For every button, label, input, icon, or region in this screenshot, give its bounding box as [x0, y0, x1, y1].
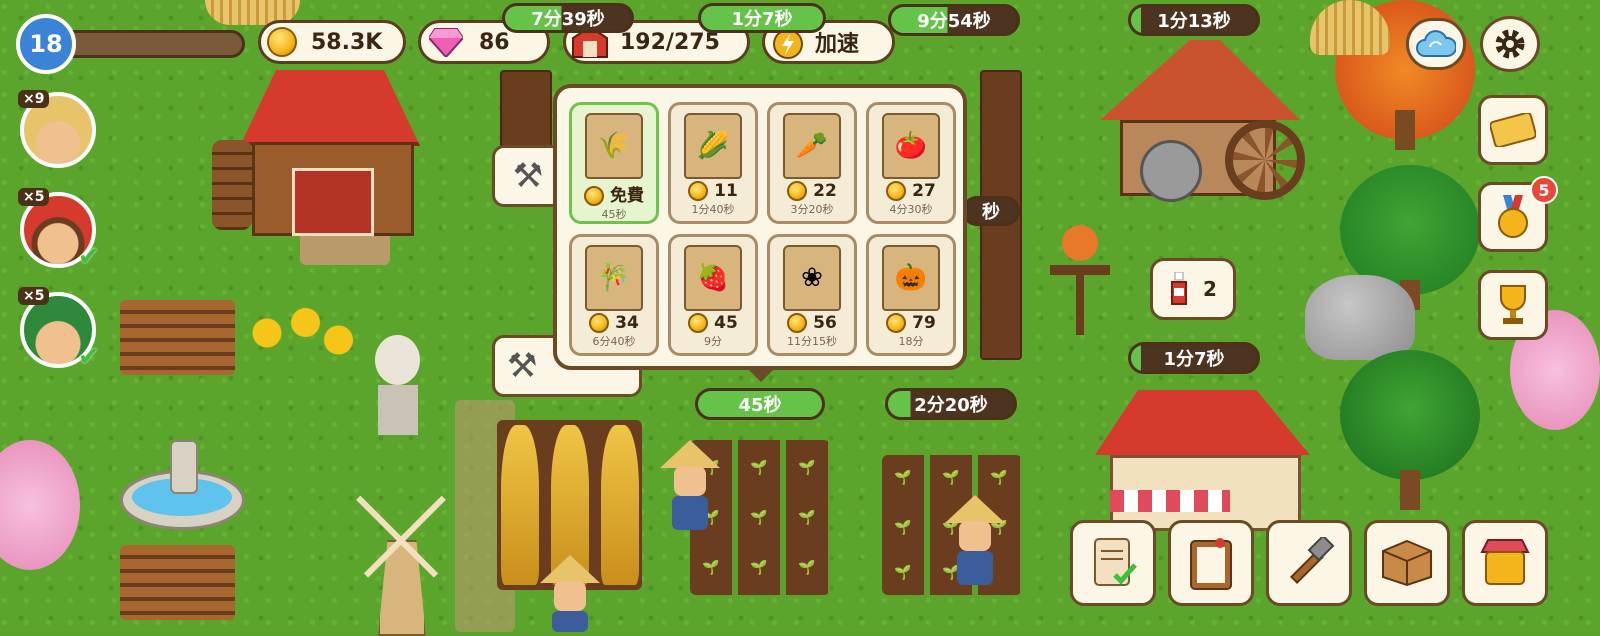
watermill-building[interactable] [1095, 40, 1305, 220]
cotton-seed-icon: ❀ [783, 245, 841, 311]
seed-carrot[interactable]: 🥕 22 3分20秒 [767, 102, 857, 224]
gems-value: 86 [479, 29, 510, 55]
farmer-npc-wheat [540, 555, 600, 632]
scarecrow [1050, 225, 1110, 335]
medal-icon [1498, 195, 1528, 238]
coins-value: 58.3K [311, 29, 383, 55]
chicken-statue [370, 335, 425, 435]
gold-coin-icon [886, 313, 907, 333]
wheat-seed-icon: 🌾 [585, 113, 643, 179]
scroll-quest-icon [1094, 538, 1137, 586]
ticket-button[interactable] [1478, 95, 1548, 165]
settings-button[interactable] [1480, 16, 1540, 72]
seed-corn[interactable]: 🌽 11 1分40秒 [668, 102, 758, 224]
ticket-icon [1490, 113, 1536, 147]
crate-icon [1382, 539, 1432, 587]
sickle-icon: ⚒ [507, 346, 538, 386]
gold-coin-icon [589, 313, 610, 333]
barrels [212, 140, 252, 230]
storage-crate-button[interactable] [1364, 520, 1450, 606]
gold-coin-icon [886, 181, 907, 201]
gold-coin-icon [267, 27, 297, 57]
level-badge[interactable]: 18 [16, 14, 76, 74]
farmer-npc [660, 440, 720, 530]
build-button[interactable] [1266, 520, 1352, 606]
check-icon: ✔ [78, 342, 100, 372]
level-value: 18 [29, 30, 63, 58]
gear-icon [1495, 29, 1525, 59]
carrot-seed-icon: 🥕 [783, 113, 841, 179]
gold-coin-icon [787, 181, 808, 201]
orders-button[interactable] [1168, 520, 1254, 606]
bench-bottom [120, 545, 235, 620]
trophy-button[interactable] [1478, 270, 1548, 340]
sickle-icon: ⚒ [512, 156, 544, 196]
gold-coin-icon [584, 186, 605, 206]
worker-count: ×9 [18, 90, 50, 108]
trophy-icon [1500, 285, 1526, 324]
xp-bar [60, 30, 245, 58]
sugarcane-seed-icon: 🎋 [585, 245, 643, 311]
cloud-sync-button[interactable] [1406, 18, 1466, 70]
shop-button[interactable] [1462, 520, 1548, 606]
speedup-label: 加速 [815, 32, 860, 57]
seed-pumpkin[interactable]: 🎃 79 18分 [866, 234, 956, 356]
worker-count: ×5 [18, 188, 50, 206]
pink-gem-icon [429, 28, 463, 57]
bakery-cottage[interactable] [1095, 380, 1310, 531]
gold-coin-icon [688, 181, 709, 201]
timer-partial: 秒 [962, 196, 1020, 226]
quests-button[interactable] [1070, 520, 1156, 606]
rock [1305, 275, 1415, 360]
tomato-seed-icon: 🍅 [882, 113, 940, 179]
timer-top-c: 9分54秒 [888, 4, 1020, 36]
cloud-sync-icon [1416, 30, 1456, 57]
seed-tomato[interactable]: 🍅 27 4分30秒 [866, 102, 956, 224]
bench [120, 300, 235, 375]
timer-bakery: 1分7秒 [1128, 342, 1260, 374]
corn-seed-icon: 🌽 [684, 113, 742, 179]
storage-value: 192/275 [620, 29, 720, 55]
coins-counter[interactable]: 58.3K [258, 20, 406, 64]
timer-top-a: 7分39秒 [502, 3, 634, 33]
fountain [120, 440, 245, 530]
soil-plot[interactable] [500, 70, 552, 150]
clipboard-icon [1190, 538, 1232, 590]
timer-corn-plot: 2分20秒 [885, 388, 1017, 420]
gold-coin-icon [688, 313, 709, 333]
ketchup-count: 2 [1203, 277, 1217, 301]
gold-coin-icon [787, 313, 808, 333]
seed-cotton[interactable]: ❀ 56 11分15秒 [767, 234, 857, 356]
ketchup-bottle-icon [1171, 272, 1188, 305]
seed-strawberry[interactable]: 🍓 45 9分 [668, 234, 758, 356]
sunflowers [245, 305, 355, 375]
hammer-icon [1290, 537, 1335, 584]
medal-notification-badge: 5 [1530, 176, 1558, 204]
worker-count: ×5 [18, 287, 50, 305]
timer-seed-plot: 45秒 [695, 388, 825, 420]
farmer-npc-watering [945, 495, 1005, 585]
barn-building[interactable] [230, 70, 430, 236]
ketchup-order-bubble[interactable]: 2 [1150, 258, 1236, 320]
shop-basket-icon [1480, 539, 1530, 585]
check-icon: ✔ [78, 242, 100, 272]
seed-selection-popup: 🌾 免費 45秒 🌽 11 1分40秒 🥕 22 3分20秒 🍅 27 4分30… [553, 84, 967, 382]
timer-mill: 1分13秒 [1128, 4, 1260, 36]
pumpkin-seed-icon: 🎃 [882, 245, 940, 311]
timer-top-b: 1分7秒 [698, 3, 826, 33]
green-tree [1340, 350, 1480, 480]
seed-sugarcane[interactable]: 🎋 34 6分40秒 [569, 234, 659, 356]
seed-wheat[interactable]: 🌾 免費 45秒 [569, 102, 659, 224]
strawberry-seed-icon: 🍓 [684, 245, 742, 311]
windmill [350, 480, 450, 636]
